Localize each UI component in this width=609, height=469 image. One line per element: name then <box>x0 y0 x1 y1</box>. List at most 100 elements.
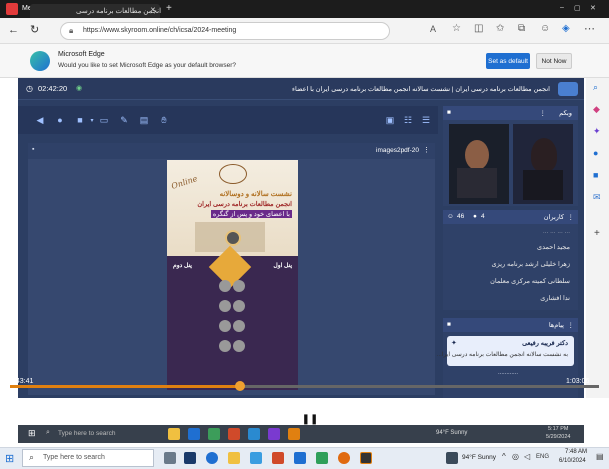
os-search-box[interactable]: ⌕ Type here to search <box>22 449 154 467</box>
url-text[interactable]: https://www.skyroom.online/ch/icsa/2024-… <box>83 27 236 34</box>
firefox-icon[interactable] <box>338 452 350 464</box>
subtitles-icon[interactable]: ▭ <box>524 412 533 423</box>
app-icon <box>208 428 220 440</box>
room-title: انجمن مطالعات برنامه درسی ایران | نشست س… <box>291 86 550 93</box>
maximize-button[interactable]: ▢ <box>574 4 581 12</box>
board-icon[interactable]: ▣ <box>384 114 396 126</box>
address-bar[interactable]: 🔒︎ https://www.skyroom.online/ch/icsa/20… <box>60 22 390 40</box>
screen-share-icon[interactable]: ▭ <box>98 114 110 126</box>
app-icon[interactable] <box>316 452 328 464</box>
camera-dropdown-icon[interactable]: ▾ <box>86 114 98 126</box>
browser-tab[interactable]: انجمن مطالعات برنامه درسی ✕ <box>30 4 161 18</box>
task-view-icon[interactable] <box>164 452 176 464</box>
user-list-item[interactable]: ندا افشاری <box>540 294 570 302</box>
os-time[interactable]: 7:48 AM <box>565 449 587 455</box>
user-list-item[interactable]: زهرا خلیلی ارشد برنامه ریزی <box>492 260 570 268</box>
read-aloud-icon[interactable]: A <box>430 24 436 34</box>
webcam-video <box>449 124 509 204</box>
split-screen-icon[interactable]: ◫ <box>474 23 483 34</box>
office-icon[interactable]: ■ <box>593 170 598 180</box>
hand-raise-icon[interactable]: ✋︎ <box>158 114 170 126</box>
volume-icon[interactable]: 🔈︎ <box>542 412 548 423</box>
repeat-icon[interactable]: ⟳ <box>368 412 377 425</box>
mail-icon[interactable] <box>250 452 262 464</box>
participant-face <box>465 140 489 170</box>
total-duration: 1:03:06 <box>566 378 590 385</box>
edge-icon[interactable] <box>294 452 306 464</box>
poster-section-right: پنل اول <box>273 263 292 269</box>
users-menu-icon[interactable]: ⋮ <box>568 213 575 221</box>
seek-handle[interactable] <box>234 381 245 391</box>
chat-sender: دکتر فریبه رفیعی <box>522 340 568 347</box>
cast-icon[interactable]: ⤢ <box>560 412 568 423</box>
notification-icon[interactable]: ▤ <box>596 452 604 461</box>
favorites-icon[interactable]: ✩ <box>496 23 504 34</box>
language-indicator[interactable]: ENG <box>536 454 549 460</box>
shuffle-icon[interactable]: ⤨ <box>244 412 253 425</box>
chat-menu-icon[interactable]: ⋮ <box>568 321 575 329</box>
refresh-icon[interactable]: ↻ <box>30 23 39 36</box>
menu-icon[interactable]: ☰ <box>420 114 432 126</box>
board-filename: images2pdf-20 <box>376 147 419 154</box>
file-explorer-icon[interactable] <box>228 452 240 464</box>
app-icon[interactable] <box>272 452 284 464</box>
speaker-avatar <box>233 320 245 332</box>
profile-icon[interactable]: ☺ <box>540 23 550 34</box>
new-tab-button[interactable]: + <box>166 3 172 14</box>
file-icon[interactable]: ▤ <box>138 114 150 126</box>
more-icon[interactable]: ⋯ <box>578 412 588 423</box>
lock-icon: 🔒︎ <box>69 26 74 35</box>
tray-chevron-icon[interactable]: ^ <box>502 452 506 461</box>
more-options-icon[interactable]: ⋯ <box>584 22 595 35</box>
microphone-icon[interactable]: ● <box>54 114 66 126</box>
session-timer: 02:42:20 <box>38 84 68 93</box>
previous-track-icon[interactable]: ⏮ <box>264 412 274 425</box>
edge-copilot-icon[interactable]: ◈ <box>562 23 570 34</box>
add-sidebar-icon[interactable]: + <box>594 228 600 239</box>
favorite-star-icon[interactable]: ☆ <box>452 23 461 34</box>
media-player-titlebar: Media Player انجمن مطالعات برنامه درسی ✕… <box>0 0 609 18</box>
poster-emblem-icon <box>219 164 247 184</box>
edge-icon[interactable] <box>206 452 218 464</box>
os-date[interactable]: 6/10/2024 <box>559 458 586 464</box>
app-icon <box>288 428 300 440</box>
speaker-icon[interactable]: ◀ <box>34 114 46 126</box>
infobar-message: Would you like to set Microsoft Edge as … <box>58 62 236 69</box>
webcam-menu-icon[interactable]: ⋮ <box>540 109 547 117</box>
board-menu-icon[interactable]: ⋮ <box>423 146 430 154</box>
close-tab-icon[interactable]: ✕ <box>150 6 156 14</box>
users-icon[interactable]: ☷ <box>402 114 414 126</box>
close-window-button[interactable]: ✕ <box>590 4 596 12</box>
file-explorer-icon <box>168 428 180 440</box>
tools-icon[interactable]: ✦ <box>593 126 601 137</box>
user-list-item[interactable]: ... ... ... ... <box>543 228 570 235</box>
back-arrow-icon[interactable]: ← <box>8 24 19 36</box>
not-now-button[interactable]: Not Now <box>536 53 572 69</box>
volume-icon[interactable]: ◁ <box>524 452 530 461</box>
camera-icon[interactable]: ■ <box>74 114 86 126</box>
minimize-button[interactable]: – <box>560 4 564 11</box>
network-icon[interactable]: ◎ <box>512 452 519 461</box>
pen-icon[interactable]: ✎ <box>118 114 130 126</box>
recorded-time: 5:17 PM <box>548 426 569 432</box>
participant-body <box>523 170 563 200</box>
next-track-icon[interactable]: ⏭ <box>348 412 358 425</box>
rewind-10-icon[interactable]: ↺ <box>284 412 293 425</box>
windows-start-icon[interactable]: ⊞ <box>5 452 14 465</box>
outlook-icon[interactable]: ✉ <box>593 192 601 203</box>
users-panel-header: کاربران ⋮ ☺ 46 ● 4 <box>443 210 578 224</box>
collections-icon[interactable]: ⧉ <box>518 23 525 34</box>
webcam-panel: وبکم ■ ⋮ <box>443 106 578 206</box>
user-list-item[interactable]: سلطانی کمیته مرکزی معلمان <box>490 277 570 285</box>
chat-message: دکتر فریبه رفیعی به نشست سالانه انجمن مط… <box>437 336 574 366</box>
games-icon[interactable]: ● <box>593 148 598 158</box>
forward-30-icon[interactable]: ↻ <box>328 412 337 425</box>
os-weather[interactable]: 94°F Sunny <box>462 454 496 461</box>
shopping-icon[interactable]: ◆ <box>593 104 600 115</box>
skyroom-logo-icon <box>558 82 578 96</box>
set-default-button[interactable]: Set as default <box>486 53 530 69</box>
media-player-taskbar-icon[interactable] <box>360 452 372 464</box>
app-icon[interactable] <box>184 452 196 464</box>
user-list-item[interactable]: مجید احمدی <box>537 243 570 251</box>
search-icon[interactable]: ⌕ <box>593 82 598 93</box>
